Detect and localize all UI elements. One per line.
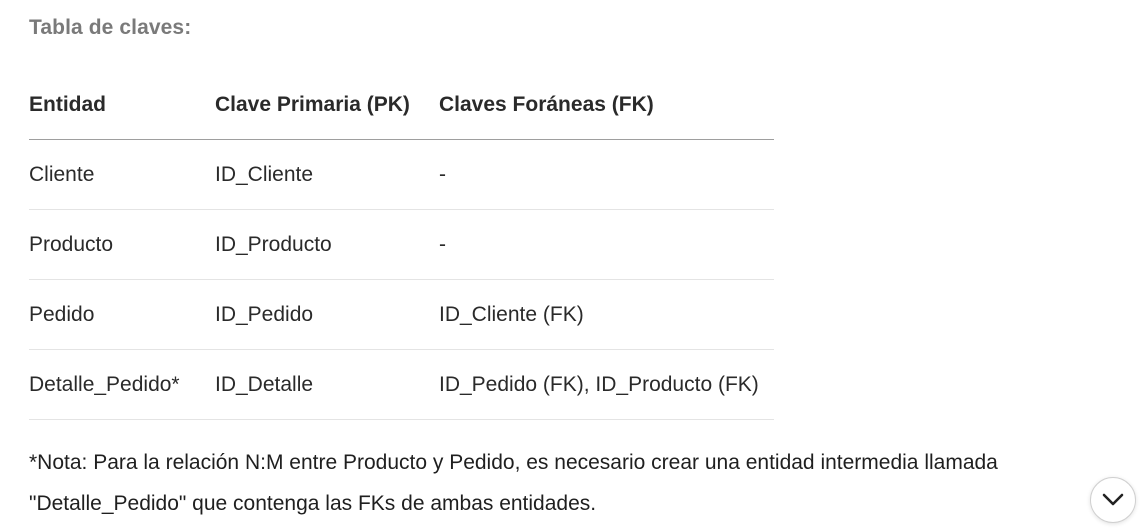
- cell-entity: Cliente: [29, 139, 215, 210]
- cell-foreign-keys: -: [439, 139, 774, 210]
- cell-entity: Pedido: [29, 279, 215, 350]
- cell-entity: Detalle_Pedido*: [29, 349, 215, 420]
- table-row: Producto ID_Producto -: [29, 209, 774, 280]
- cell-primary-key: ID_Pedido: [215, 279, 439, 350]
- footnote: *Nota: Para la relación N:M entre Produc…: [29, 451, 998, 515]
- page: Tabla de claves: Entidad Clave Primaria …: [0, 0, 1145, 531]
- table-row: Cliente ID_Cliente -: [29, 139, 774, 210]
- scroll-down-button[interactable]: [1090, 477, 1136, 523]
- cell-entity: Producto: [29, 209, 215, 280]
- keys-table: Entidad Clave Primaria (PK) Claves Forán…: [29, 71, 774, 420]
- table-header-row: Entidad Clave Primaria (PK) Claves Forán…: [29, 71, 774, 140]
- chevron-down-icon: [1102, 493, 1124, 506]
- cell-primary-key: ID_Producto: [215, 209, 439, 280]
- section-title: Tabla de claves:: [29, 16, 192, 39]
- header-primary-key: Clave Primaria (PK): [215, 71, 439, 140]
- cell-foreign-keys: -: [439, 209, 774, 280]
- table-row: Pedido ID_Pedido ID_Cliente (FK): [29, 279, 774, 350]
- cell-primary-key: ID_Cliente: [215, 139, 439, 210]
- table-row: Detalle_Pedido* ID_Detalle ID_Pedido (FK…: [29, 349, 774, 420]
- header-foreign-keys: Claves Foráneas (FK): [439, 71, 774, 140]
- cell-foreign-keys: ID_Cliente (FK): [439, 279, 774, 350]
- cell-primary-key: ID_Detalle: [215, 349, 439, 420]
- cell-foreign-keys: ID_Pedido (FK), ID_Producto (FK): [439, 349, 774, 420]
- header-entity: Entidad: [29, 71, 215, 140]
